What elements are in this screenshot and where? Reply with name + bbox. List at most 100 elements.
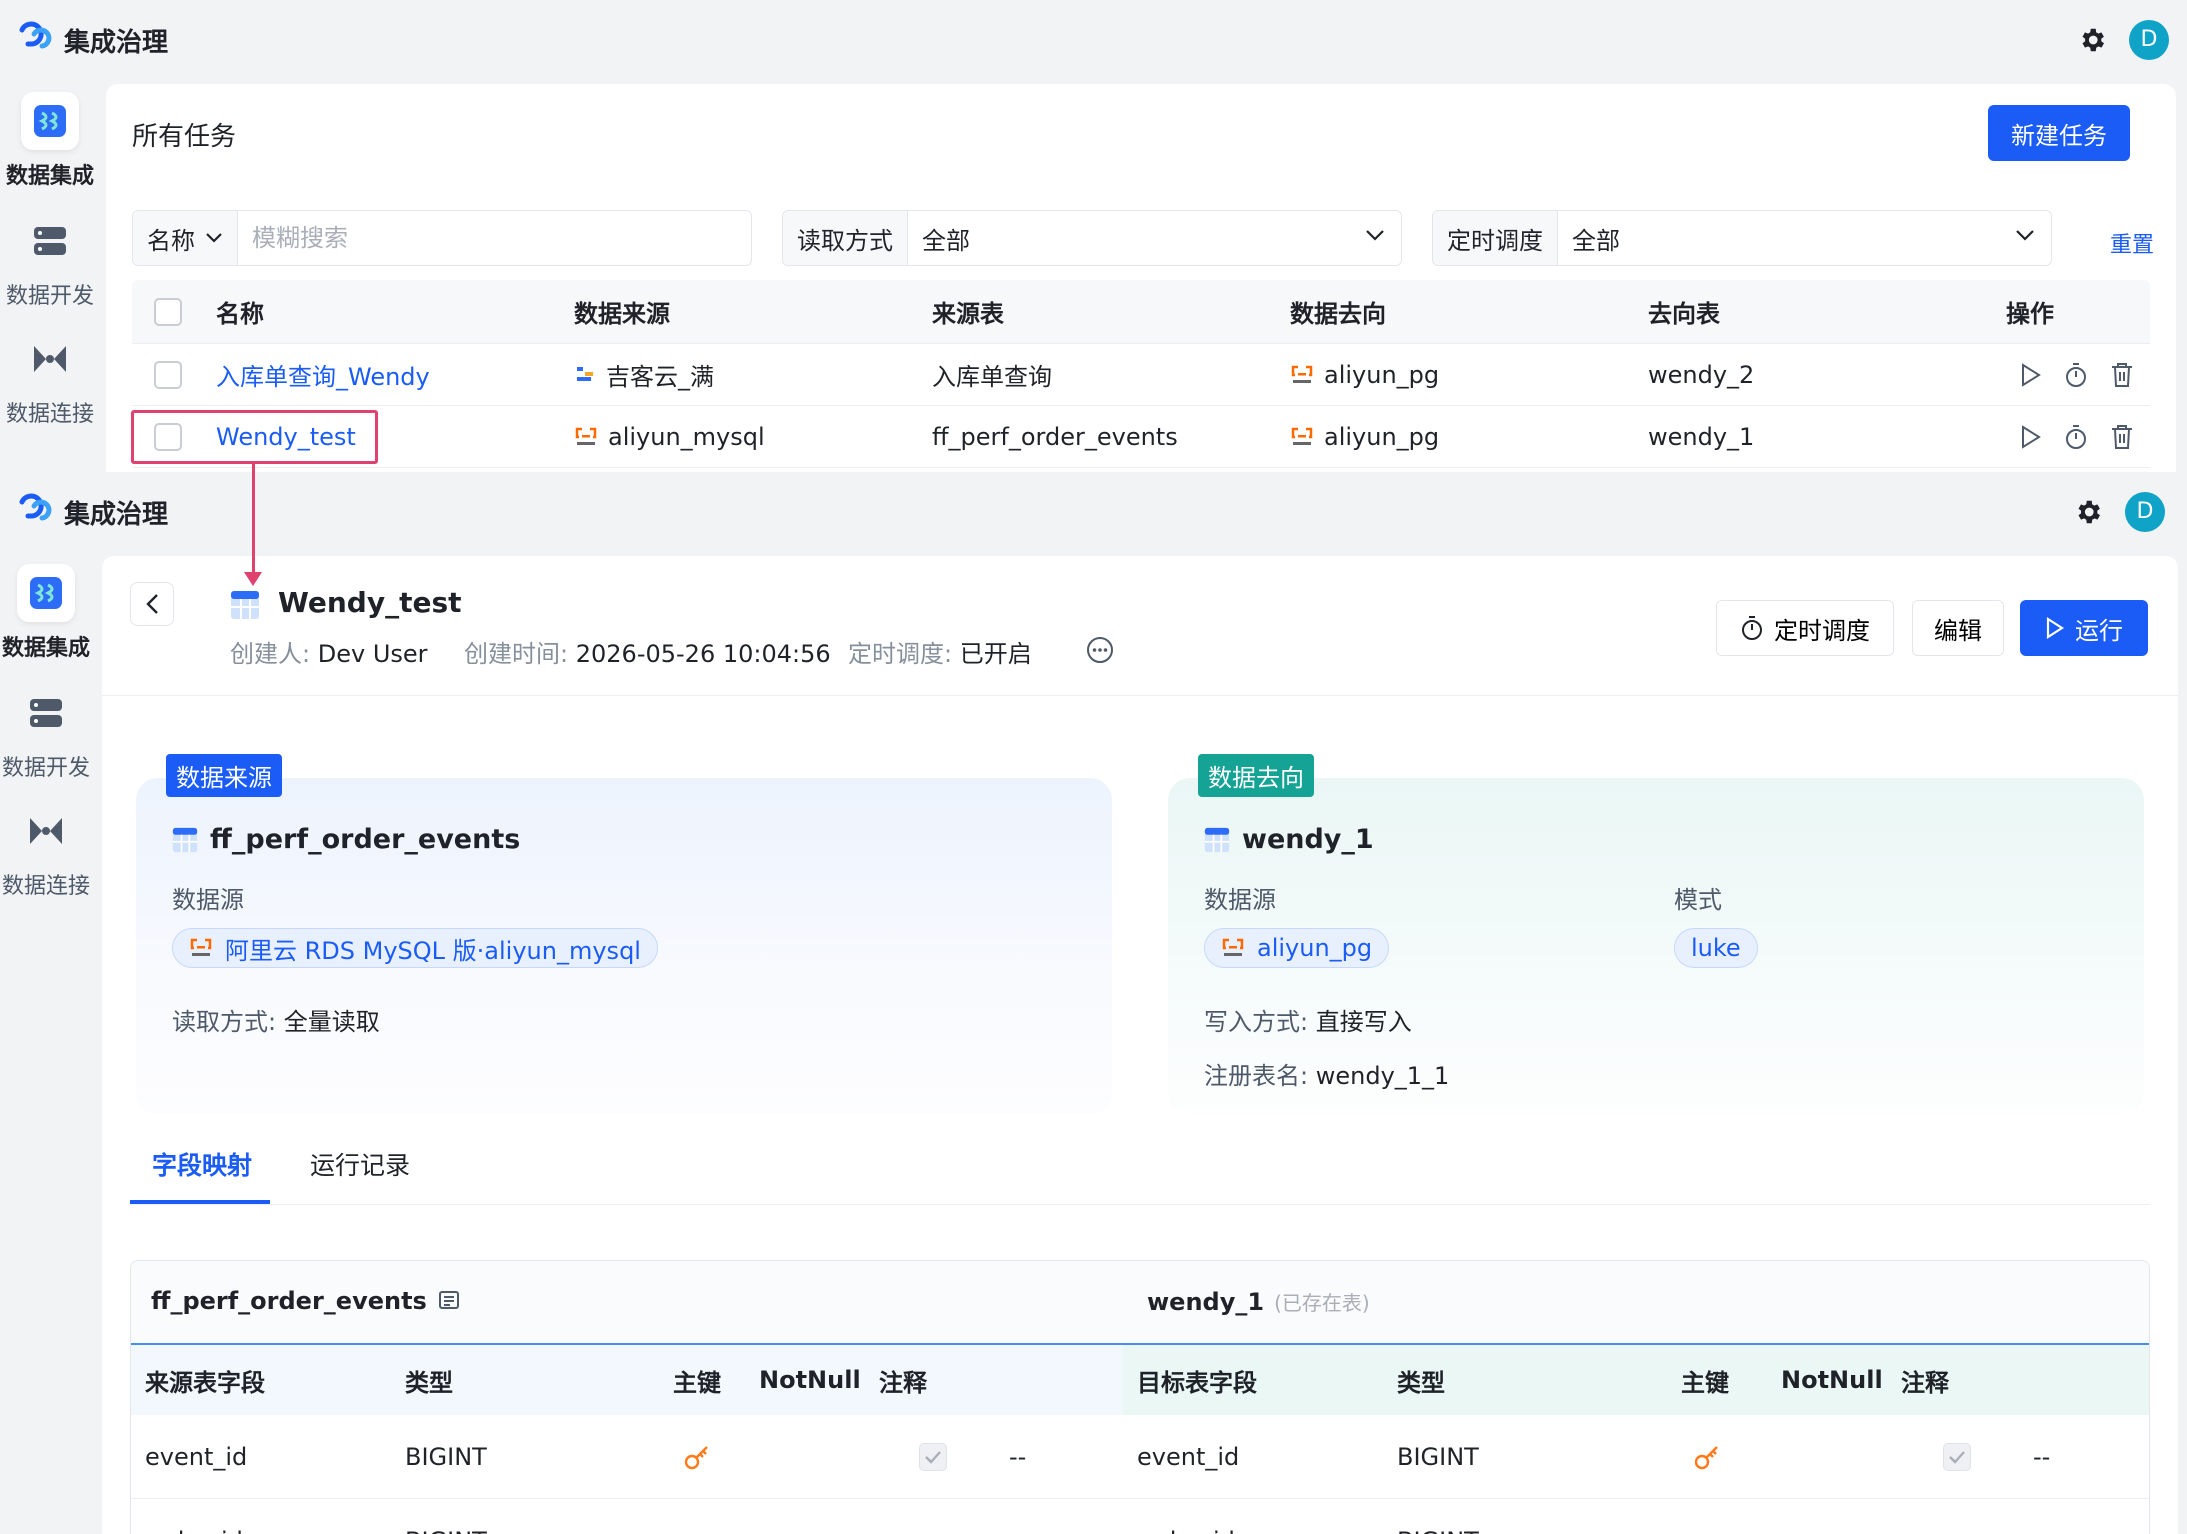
new-task-button[interactable]: 新建任务 (1988, 105, 2130, 161)
aliyun-icon (1290, 426, 1314, 448)
edit-button[interactable]: 编辑 (1912, 600, 2004, 656)
gear-icon[interactable] (2073, 497, 2103, 527)
sidebar-item-label: 数据连接 (1, 874, 90, 899)
mapping-source-table: ff_perf_order_events (151, 1287, 427, 1315)
source-table: 入库单查询 (932, 363, 1052, 391)
app-header: 集成治理 D (0, 472, 2187, 552)
creator-meta: 创建人: Dev User (230, 634, 428, 669)
src-field: order_id (145, 1499, 243, 1534)
target-columns-header: 目标表字段 类型 主键 NotNull 注释 (1123, 1345, 2149, 1415)
search-input[interactable] (252, 224, 751, 252)
sidebar-item-label: 数据开发 (5, 284, 94, 309)
table-icon (172, 827, 198, 853)
target-table: wendy_2 (1648, 360, 1755, 389)
timer-icon[interactable] (2064, 424, 2088, 450)
schedule-button[interactable]: 定时调度 (1716, 600, 1894, 656)
register-name-label: 注册表名: (1204, 1062, 1309, 1090)
src-field: event_id (145, 1442, 248, 1471)
col-src-comment: 注释 (879, 1368, 927, 1397)
col-dst-field: 目标表字段 (1137, 1368, 1257, 1397)
mapping-header: ff_perf_order_events wendy_1 (已存在表) (131, 1261, 2149, 1345)
target-ds-pill[interactable]: aliyun_pg (1204, 928, 1390, 968)
target-ds-value: aliyun_pg (1257, 934, 1373, 962)
sidebar-item-label: 数据集成 (1, 636, 90, 661)
table-exists-note: (已存在表) (1274, 1291, 1370, 1315)
source-ds-pill[interactable]: 阿里云 RDS MySQL 版·aliyun_mysql (172, 928, 658, 968)
name-field-select[interactable]: 名称 (133, 211, 238, 265)
task-title: Wendy_test (278, 586, 462, 619)
source-read-mode: 读取方式: 全量读取 (172, 1002, 380, 1037)
avatar[interactable]: D (2125, 492, 2165, 532)
col-header-name: 名称 (216, 300, 264, 328)
src-type: BIGINT (405, 1442, 487, 1471)
sidebar-item-data-integration[interactable]: 数据集成 (0, 564, 96, 662)
source-tag: 数据来源 (166, 754, 282, 797)
source-columns-header: 来源表字段 类型 主键 NotNull 注释 (131, 1345, 1123, 1415)
more-icon[interactable] (1086, 636, 1114, 664)
target-table-title: wendy_1 (1204, 824, 1374, 855)
col-dst-comment: 注释 (1901, 1368, 1949, 1397)
created-label: 创建时间: (464, 640, 569, 668)
aliyun-icon (1290, 364, 1314, 386)
source-ds-label: 数据源 (172, 886, 244, 914)
trash-icon[interactable] (2110, 424, 2134, 450)
col-header-source: 数据来源 (574, 300, 670, 328)
run-button[interactable]: 运行 (2020, 600, 2148, 656)
run-button-label: 运行 (2075, 616, 2123, 645)
schedule-meta-label: 定时调度: (848, 640, 953, 668)
data-connect-icon (32, 344, 68, 374)
gear-icon[interactable] (2077, 25, 2107, 55)
task-name-link[interactable]: 入库单查询_Wendy (216, 344, 430, 405)
jackyun-source-icon (574, 364, 596, 386)
timer-icon (1740, 615, 1764, 641)
app-header: 集成治理 D (0, 0, 2187, 80)
target-name: aliyun_pg (1324, 360, 1440, 389)
select-all-checkbox[interactable] (154, 297, 182, 326)
reset-link[interactable]: 重置 (2110, 227, 2154, 259)
tab-field-mapping[interactable]: 字段映射 (152, 1146, 252, 1182)
sidebar-item-data-integration[interactable]: 数据集成 (0, 92, 100, 190)
note-icon[interactable] (437, 1289, 461, 1313)
table-row: 入库单查询_Wendy 吉客云_满 入库单查询 aliyun_pg wendy_… (132, 344, 2150, 406)
play-icon[interactable] (2020, 424, 2042, 449)
schedule-label: 定时调度 (1433, 211, 1558, 265)
target-register-name: 注册表名: wendy_1_1 (1204, 1056, 1449, 1091)
col-dst-notnull: NotNull (1781, 1366, 1883, 1394)
trash-icon[interactable] (2110, 362, 2134, 388)
play-icon[interactable] (2020, 362, 2042, 387)
register-name-value: wendy_1_1 (1315, 1062, 1450, 1090)
detail-header: Wendy_test 创建人: Dev User 创建时间: 2026-05-2… (102, 556, 2178, 696)
sidebar-item-data-connect[interactable]: 数据连接 (0, 330, 100, 428)
tab-run-records[interactable]: 运行记录 (310, 1146, 410, 1182)
col-src-type: 类型 (405, 1368, 453, 1397)
table-header: 名称 数据来源 来源表 数据去向 去向表 操作 (132, 280, 2150, 344)
data-integration-icon (28, 575, 64, 611)
target-write-mode: 写入方式: 直接写入 (1204, 1002, 1412, 1037)
chevron-down-icon (1365, 229, 1385, 243)
annotation-arrow-head (244, 572, 262, 586)
back-button[interactable] (130, 582, 174, 626)
schedule-filter[interactable]: 定时调度 全部 (1432, 210, 2052, 266)
dst-field: event_id (1137, 1442, 1240, 1471)
table-row: event_id BIGINT -- event_id BIGINT -- (131, 1415, 2149, 1499)
aliyun-icon (574, 426, 598, 448)
sidebar-item-data-dev[interactable]: 数据开发 (0, 684, 96, 782)
row-checkbox[interactable] (154, 360, 182, 389)
aliyun-icon (189, 937, 213, 959)
target-mode-pill[interactable]: luke (1674, 928, 1758, 968)
source-name: 吉客云_满 (606, 363, 714, 391)
target-ds-label: 数据源 (1204, 886, 1276, 914)
task-list-screen: 集成治理 D 数据集成 数据开发 数据连接 所有任务 新建任务 名称 模糊搜索 … (0, 0, 2187, 472)
dst-comment: -- (2033, 1442, 2051, 1471)
sidebar-item-data-dev[interactable]: 数据开发 (0, 212, 100, 310)
page-title: 所有任务 (132, 122, 237, 152)
created-value: 2026-05-26 10:04:56 (575, 640, 831, 668)
read-mode-filter[interactable]: 读取方式 全部 (782, 210, 1402, 266)
app-title: 集成治理 (64, 499, 169, 530)
avatar[interactable]: D (2129, 20, 2169, 60)
source-table-title: ff_perf_order_events (172, 824, 520, 855)
sidebar-item-data-connect[interactable]: 数据连接 (0, 802, 96, 900)
timer-icon[interactable] (2064, 362, 2088, 388)
target-mode-value: luke (1691, 934, 1741, 962)
field-mapping-table: ff_perf_order_events wendy_1 (已存在表) 来源表字… (130, 1260, 2150, 1534)
